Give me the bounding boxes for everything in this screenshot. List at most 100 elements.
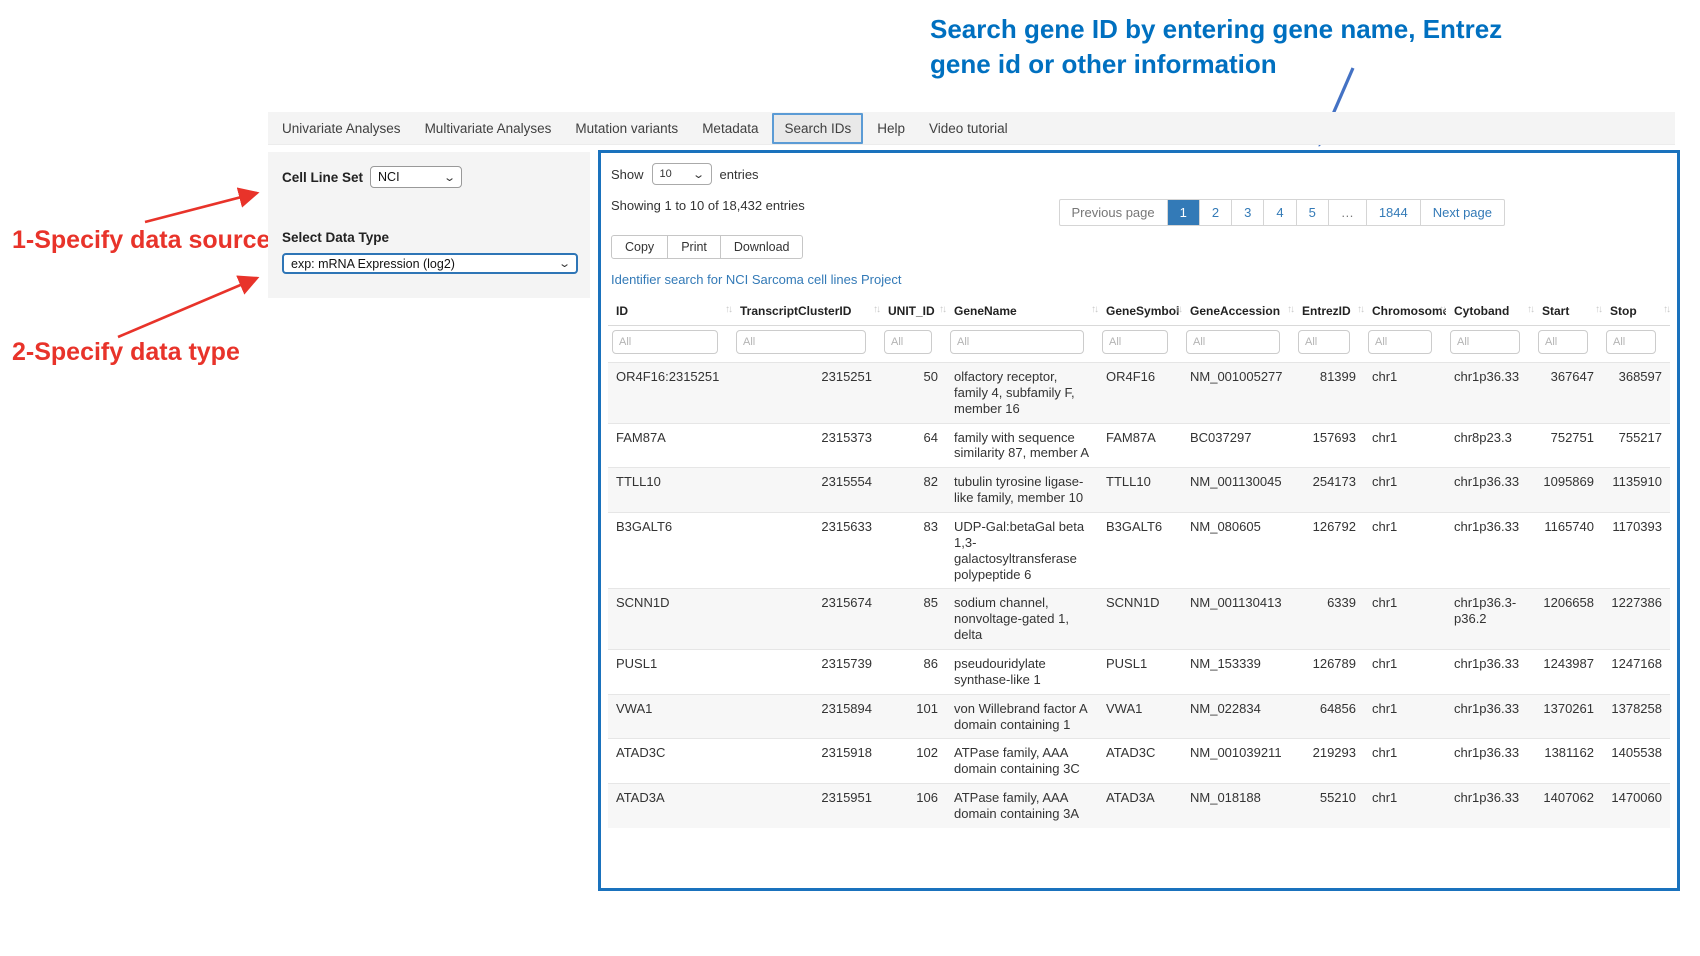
cell-stop: 1470060 xyxy=(1602,784,1670,828)
filter-input-unit-id[interactable] xyxy=(884,330,932,354)
column-header-transcriptclusterid[interactable]: TranscriptClusterID↑↓ xyxy=(732,297,880,326)
column-header-label: GeneName xyxy=(954,304,1017,318)
cell-entrezid: 219293 xyxy=(1294,739,1364,784)
pagination-ellipsis: … xyxy=(1328,200,1366,225)
cell-id: VWA1 xyxy=(608,694,732,739)
cell-chromosome: chr1 xyxy=(1364,363,1446,424)
pagination-page-2[interactable]: 2 xyxy=(1199,200,1231,225)
cell-unit-id: 83 xyxy=(880,513,946,589)
cell-chromosome: chr1 xyxy=(1364,784,1446,828)
filter-input-transcriptclusterid[interactable] xyxy=(736,330,866,354)
cell-stop: 1378258 xyxy=(1602,694,1670,739)
column-header-genename[interactable]: GeneName↑↓ xyxy=(946,297,1098,326)
cell-genesymbol: PUSL1 xyxy=(1098,650,1182,695)
tab-metadata[interactable]: Metadata xyxy=(690,121,770,136)
column-header-genesymbol[interactable]: GeneSymbol↑↓ xyxy=(1098,297,1182,326)
cell-unit-id: 85 xyxy=(880,589,946,650)
cell-transcriptclusterid: 2315951 xyxy=(732,784,880,828)
filter-cell xyxy=(608,326,732,363)
data-type-label: Select Data Type xyxy=(282,230,576,245)
column-header-cytoband[interactable]: Cytoband↑↓ xyxy=(1446,297,1534,326)
sort-icon: ↑↓ xyxy=(873,304,879,315)
data-type-value: exp: mRNA Expression (log2) xyxy=(291,257,455,271)
filter-input-start[interactable] xyxy=(1538,330,1588,354)
filter-input-cytoband[interactable] xyxy=(1450,330,1520,354)
filter-input-genesymbol[interactable] xyxy=(1102,330,1168,354)
show-label: Show xyxy=(611,167,644,182)
column-header-geneaccession[interactable]: GeneAccession ↑↓ xyxy=(1182,297,1294,326)
cell-line-set-select[interactable]: NCI ⌄ xyxy=(370,166,462,188)
table-row: OR4F16:2315251231525150olfactory recepto… xyxy=(608,363,1670,424)
cell-genename: ATPase family, AAA domain containing 3A xyxy=(946,784,1098,828)
sort-icon: ↑↓ xyxy=(1287,304,1293,315)
cell-entrezid: 126792 xyxy=(1294,513,1364,589)
cell-start: 1243987 xyxy=(1534,650,1602,695)
page-length-value: 10 xyxy=(660,168,672,180)
page: Search gene ID by entering gene name, En… xyxy=(0,0,1700,956)
cell-transcriptclusterid: 2315674 xyxy=(732,589,880,650)
cell-unit-id: 86 xyxy=(880,650,946,695)
print-button[interactable]: Print xyxy=(667,235,721,259)
annotation-search-note-line2: gene id or other information xyxy=(930,47,1502,82)
column-header-id[interactable]: ID↑↓ xyxy=(608,297,732,326)
pagination-next-button[interactable]: Next page xyxy=(1420,200,1504,225)
tab-search-ids[interactable]: Search IDs xyxy=(772,113,863,144)
cell-stop: 1247168 xyxy=(1602,650,1670,695)
column-header-label: GeneAccession xyxy=(1190,304,1280,318)
column-header-entrezid[interactable]: EntrezID↑↓ xyxy=(1294,297,1364,326)
filter-input-chromosome[interactable] xyxy=(1368,330,1432,354)
filter-input-genename[interactable] xyxy=(950,330,1084,354)
cell-line-set-label: Cell Line Set xyxy=(282,170,363,185)
identifier-search-link[interactable]: Identifier search for NCI Sarcoma cell l… xyxy=(611,272,901,287)
data-type-select[interactable]: exp: mRNA Expression (log2) ⌄ xyxy=(282,253,578,274)
pagination-page-3[interactable]: 3 xyxy=(1231,200,1263,225)
red-arrow-step2 xyxy=(110,268,270,343)
pagination-page-1[interactable]: 1 xyxy=(1167,200,1199,225)
filter-input-entrezid[interactable] xyxy=(1298,330,1350,354)
tab-multivariate-analyses[interactable]: Multivariate Analyses xyxy=(413,121,564,136)
column-header-unit-id[interactable]: UNIT_ID↑↓ xyxy=(880,297,946,326)
column-header-chromosome[interactable]: Chromosome↑↓ xyxy=(1364,297,1446,326)
cell-entrezid: 126789 xyxy=(1294,650,1364,695)
column-header-stop[interactable]: Stop↑↓ xyxy=(1602,297,1670,326)
download-button[interactable]: Download xyxy=(720,235,804,259)
filter-cell xyxy=(1294,326,1364,363)
table-filter-row xyxy=(608,326,1670,363)
cell-start: 1381162 xyxy=(1534,739,1602,784)
page-length-select[interactable]: 10 ⌄ xyxy=(652,163,712,185)
cell-geneaccession: BC037297 xyxy=(1182,423,1294,468)
filter-input-geneaccession[interactable] xyxy=(1186,330,1280,354)
cell-genename: tubulin tyrosine ligase-like family, mem… xyxy=(946,468,1098,513)
copy-button[interactable]: Copy xyxy=(611,235,668,259)
cell-genename: olfactory receptor, family 4, subfamily … xyxy=(946,363,1098,424)
cell-entrezid: 6339 xyxy=(1294,589,1364,650)
cell-id: PUSL1 xyxy=(608,650,732,695)
cell-transcriptclusterid: 2315918 xyxy=(732,739,880,784)
filter-input-stop[interactable] xyxy=(1606,330,1656,354)
cell-unit-id: 64 xyxy=(880,423,946,468)
search-ids-panel: Show 10 ⌄ entries Showing 1 to 10 of 18,… xyxy=(598,150,1680,891)
tab-univariate-analyses[interactable]: Univariate Analyses xyxy=(270,121,413,136)
cell-transcriptclusterid: 2315894 xyxy=(732,694,880,739)
tab-help[interactable]: Help xyxy=(865,121,917,136)
column-header-label: Chromosome xyxy=(1372,304,1446,318)
column-header-label: Cytoband xyxy=(1454,304,1509,318)
table-row: VWA12315894101von Willebrand factor A do… xyxy=(608,694,1670,739)
cell-start: 367647 xyxy=(1534,363,1602,424)
pagination-prev-button[interactable]: Previous page xyxy=(1060,200,1167,225)
cell-cytoband: chr8p23.3 xyxy=(1446,423,1534,468)
tab-mutation-variants[interactable]: Mutation variants xyxy=(563,121,690,136)
cell-unit-id: 101 xyxy=(880,694,946,739)
cell-geneaccession: NM_018188 xyxy=(1182,784,1294,828)
pagination-page-4[interactable]: 4 xyxy=(1263,200,1295,225)
tab-video-tutorial[interactable]: Video tutorial xyxy=(917,121,1020,136)
filter-input-id[interactable] xyxy=(612,330,718,354)
pagination-page-1844[interactable]: 1844 xyxy=(1366,200,1420,225)
sort-icon: ↑↓ xyxy=(1439,304,1445,315)
pagination-page-5[interactable]: 5 xyxy=(1296,200,1328,225)
filter-cell xyxy=(1182,326,1294,363)
cell-cytoband: chr1p36.33 xyxy=(1446,363,1534,424)
gene-table: ID↑↓TranscriptClusterID↑↓UNIT_ID↑↓GeneNa… xyxy=(608,297,1670,828)
cell-genename: ATPase family, AAA domain containing 3C xyxy=(946,739,1098,784)
column-header-start[interactable]: Start↑↓ xyxy=(1534,297,1602,326)
